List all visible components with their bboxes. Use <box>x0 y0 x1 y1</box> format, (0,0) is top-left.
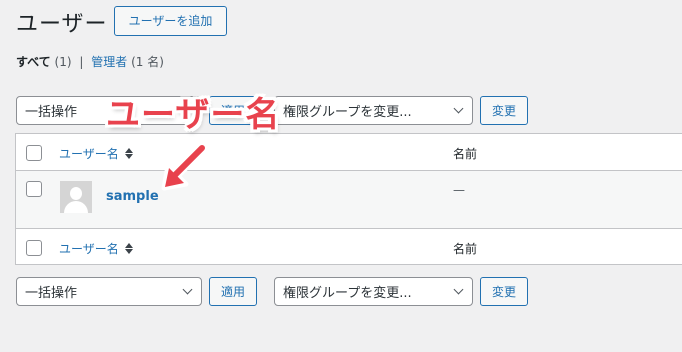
annotation-label: ユーザー名 <box>106 95 281 135</box>
table-header-row: ユーザー名 名前 <box>16 134 682 171</box>
users-table: ユーザー名 名前 sample — ユーザー名 名前 <box>15 133 682 265</box>
select-all-checkbox-footer[interactable] <box>26 240 42 256</box>
table-footer-row: ユーザー名 名前 <box>16 229 682 265</box>
change-role-select-bottom[interactable]: 権限グループを変更... <box>274 277 473 306</box>
column-footer-username[interactable]: ユーザー名 <box>59 240 133 257</box>
column-header-username-label: ユーザー名 <box>59 147 119 161</box>
change-role-select-value: 権限グループを変更... <box>283 286 412 301</box>
change-role-button-top[interactable]: 変更 <box>480 96 528 125</box>
column-header-username[interactable]: ユーザー名 <box>59 145 133 162</box>
bulk-action-select-value: 一括操作 <box>25 105 78 120</box>
chevron-down-icon <box>453 284 464 294</box>
user-role-filters: すべて (1) | 管理者 (1 名) <box>16 53 164 70</box>
table-row: sample — <box>16 171 682 229</box>
column-header-name: 名前 <box>453 147 478 161</box>
row-checkbox[interactable] <box>26 181 42 197</box>
select-all-checkbox[interactable] <box>26 145 42 161</box>
change-role-select-value: 権限グループを変更... <box>283 105 412 120</box>
page-title: ユーザー <box>16 12 108 37</box>
sort-icon <box>124 243 133 254</box>
filter-all-count: (1) <box>54 55 72 69</box>
column-footer-username-label: ユーザー名 <box>59 242 119 256</box>
chevron-down-icon <box>453 103 464 113</box>
avatar <box>60 181 92 213</box>
annotation-arrow-icon <box>161 142 208 191</box>
users-page: ユーザー ユーザーを追加 すべて (1) | 管理者 (1 名) 一括操作 適用… <box>0 0 682 352</box>
filter-admin-link[interactable]: 管理者 <box>91 55 127 69</box>
sort-icon <box>124 148 133 159</box>
chevron-down-icon <box>182 284 193 294</box>
column-footer-name: 名前 <box>453 242 478 256</box>
filter-admin-count: (1 名) <box>131 55 164 69</box>
bulk-action-select-bottom[interactable]: 一括操作 <box>16 277 202 306</box>
apply-button-bottom[interactable]: 適用 <box>209 277 257 306</box>
change-role-button-bottom[interactable]: 変更 <box>480 277 528 306</box>
filter-separator: | <box>79 55 84 69</box>
bulk-action-select-value: 一括操作 <box>25 286 78 301</box>
change-role-select-top[interactable]: 権限グループを変更... <box>274 96 473 125</box>
username-link[interactable]: sample <box>106 189 159 204</box>
name-cell: — <box>453 183 465 197</box>
add-new-user-button[interactable]: ユーザーを追加 <box>114 6 227 36</box>
filter-all-link[interactable]: すべて <box>16 55 51 69</box>
